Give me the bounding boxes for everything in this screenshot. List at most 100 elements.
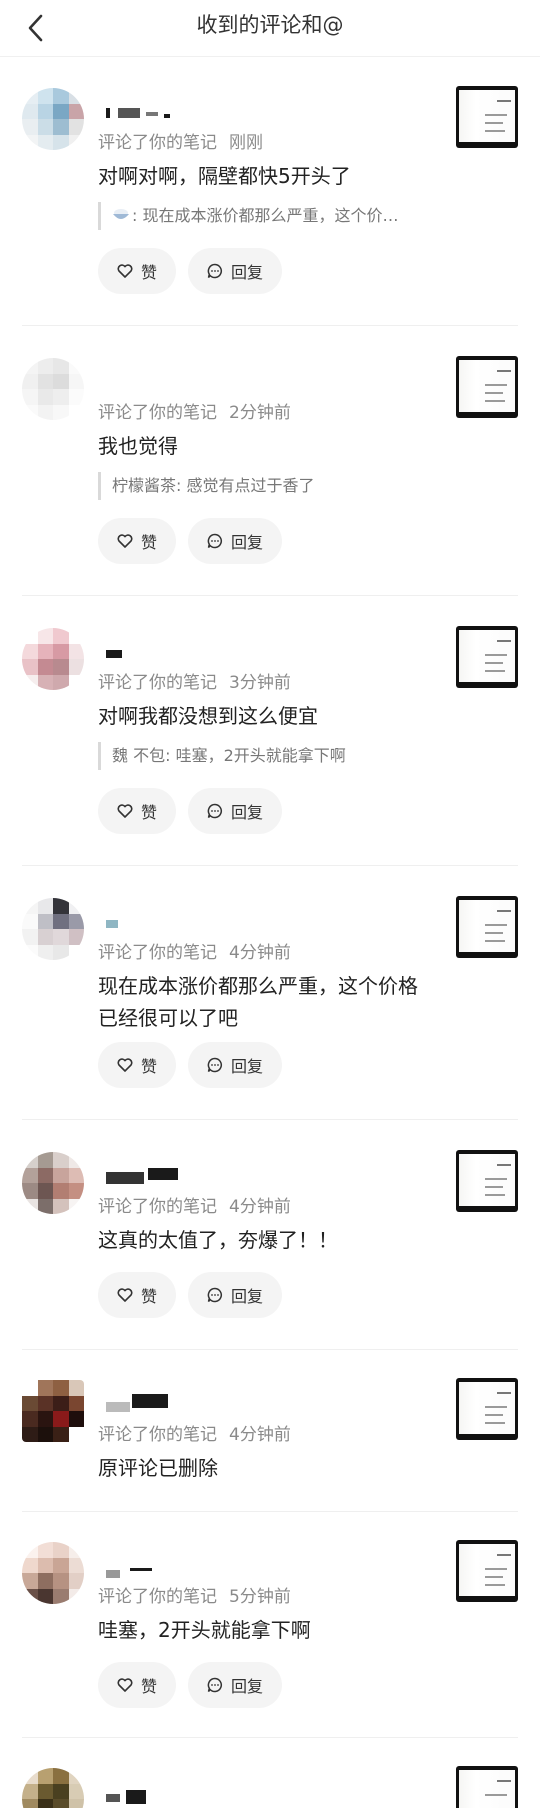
- like-button[interactable]: 赞: [98, 1272, 176, 1318]
- note-thumbnail[interactable]: [456, 1150, 518, 1212]
- like-label: 赞: [140, 803, 157, 822]
- chat-bubble-icon: [207, 533, 222, 549]
- divider: [22, 865, 518, 866]
- like-button[interactable]: 赞: [98, 1042, 176, 1088]
- note-thumbnail[interactable]: [456, 896, 518, 958]
- like-button[interactable]: 赞: [98, 248, 176, 294]
- heart-outline-icon: [117, 534, 133, 548]
- comment-item[interactable]: [0, 1760, 540, 1808]
- comment-text: 对啊我都没想到这么便宜: [98, 704, 318, 728]
- timestamp: 刚刚: [229, 133, 263, 153]
- avatar[interactable]: [22, 88, 84, 150]
- comment-item[interactable]: 评论了你的笔记 3分钟前 对啊我都没想到这么便宜 魏 不包: 哇塞，2开头就能拿下…: [0, 620, 540, 866]
- chevron-left-icon: [28, 14, 43, 42]
- reply-button[interactable]: 回复: [188, 248, 282, 294]
- comment-text: 哇塞，2开头就能拿下啊: [98, 1618, 311, 1642]
- reply-label: 回复: [230, 803, 263, 822]
- like-button[interactable]: 赞: [98, 1662, 176, 1708]
- heart-outline-icon: [117, 1288, 133, 1302]
- comment-text: 原评论已删除: [98, 1456, 218, 1480]
- avatar[interactable]: [22, 628, 84, 690]
- action-text: 评论了你的笔记: [98, 1425, 217, 1445]
- quote-text: : 现在成本涨价都那么严重，这个价…: [132, 206, 399, 225]
- reply-label: 回复: [230, 1677, 263, 1696]
- rice-bowl-icon: [113, 209, 129, 219]
- timestamp: 4分钟前: [229, 943, 291, 963]
- like-label: 赞: [140, 263, 157, 282]
- back-button[interactable]: [18, 10, 54, 46]
- timestamp: 4分钟前: [229, 1425, 291, 1445]
- timestamp: 2分钟前: [229, 403, 291, 423]
- comment-meta: 评论了你的笔记 4分钟前: [98, 938, 291, 963]
- comment-item[interactable]: 评论了你的笔记 4分钟前 这真的太值了，夯爆了！！ 赞 回复: [0, 1144, 540, 1350]
- like-label: 赞: [140, 533, 157, 552]
- note-thumbnail[interactable]: [456, 86, 518, 148]
- reply-button[interactable]: 回复: [188, 1042, 282, 1088]
- username-redacted[interactable]: [100, 1540, 220, 1578]
- divider: [22, 1119, 518, 1120]
- quote-text: 柠檬酱茶: 感觉有点过于香了: [112, 476, 315, 495]
- divider: [22, 1349, 518, 1350]
- username-redacted[interactable]: [100, 1378, 220, 1412]
- like-label: 赞: [140, 1287, 157, 1306]
- reply-button[interactable]: 回复: [188, 518, 282, 564]
- avatar[interactable]: [22, 898, 84, 960]
- quote-text: 魏 不包: 哇塞，2开头就能拿下啊: [112, 746, 346, 765]
- comment-text: 这真的太值了，夯爆了！！: [98, 1228, 338, 1252]
- avatar[interactable]: [22, 358, 84, 420]
- username-redacted[interactable]: [100, 626, 220, 658]
- top-bar: 收到的评论和@: [0, 0, 540, 57]
- comment-item[interactable]: 评论了你的笔记 刚刚 对啊对啊，隔壁都快5开头了 : 现在成本涨价都那么严重，这个…: [0, 80, 540, 326]
- divider: [22, 595, 518, 596]
- chat-bubble-icon: [207, 1287, 222, 1303]
- note-thumbnail[interactable]: [456, 626, 518, 688]
- comment-item[interactable]: 评论了你的笔记 4分钟前 原评论已删除: [0, 1372, 540, 1512]
- action-text: 评论了你的笔记: [98, 403, 217, 423]
- avatar[interactable]: [22, 1152, 84, 1214]
- reply-button[interactable]: 回复: [188, 1662, 282, 1708]
- chat-bubble-icon: [207, 263, 222, 279]
- avatar[interactable]: [22, 1542, 84, 1604]
- divider: [22, 325, 518, 326]
- note-thumbnail[interactable]: [456, 1540, 518, 1602]
- username-redacted[interactable]: [100, 86, 220, 118]
- reply-button[interactable]: 回复: [188, 788, 282, 834]
- note-thumbnail[interactable]: [456, 1766, 518, 1808]
- reply-label: 回复: [230, 263, 263, 282]
- action-text: 评论了你的笔记: [98, 943, 217, 963]
- comment-meta: 评论了你的笔记 4分钟前: [98, 1192, 291, 1217]
- username-redacted[interactable]: [100, 1766, 220, 1804]
- heart-outline-icon: [117, 264, 133, 278]
- quoted-comment: 柠檬酱茶: 感觉有点过于香了: [98, 472, 314, 500]
- like-label: 赞: [140, 1057, 157, 1076]
- comment-item[interactable]: 评论了你的笔记 4分钟前 现在成本涨价都那么严重，这个价格已经很可以了吧 赞 回复: [0, 890, 540, 1120]
- reply-label: 回复: [230, 1057, 263, 1076]
- avatar[interactable]: [22, 1768, 84, 1808]
- action-text: 评论了你的笔记: [98, 133, 217, 153]
- note-thumbnail[interactable]: [456, 1378, 518, 1440]
- reply-label: 回复: [230, 533, 263, 552]
- comment-item[interactable]: 评论了你的笔记 5分钟前 哇塞，2开头就能拿下啊 赞 回复: [0, 1534, 540, 1738]
- action-text: 评论了你的笔记: [98, 673, 217, 693]
- quoted-comment: 魏 不包: 哇塞，2开头就能拿下啊: [98, 742, 346, 770]
- page-title: 收到的评论和@: [196, 13, 344, 37]
- divider: [22, 1737, 518, 1738]
- heart-outline-icon: [117, 804, 133, 818]
- comment-text: 现在成本涨价都那么严重，这个价格已经很可以了吧: [98, 974, 418, 1030]
- comment-text: 对啊对啊，隔壁都快5开头了: [98, 164, 351, 188]
- comment-meta: 评论了你的笔记 2分钟前: [98, 398, 291, 423]
- username-redacted[interactable]: [100, 1150, 220, 1184]
- like-button[interactable]: 赞: [98, 518, 176, 564]
- reply-label: 回复: [230, 1287, 263, 1306]
- comment-item[interactable]: 评论了你的笔记 2分钟前 我也觉得 柠檬酱茶: 感觉有点过于香了 赞 回复: [0, 350, 540, 596]
- like-button[interactable]: 赞: [98, 788, 176, 834]
- comment-text: 我也觉得: [98, 434, 178, 458]
- avatar[interactable]: [22, 1380, 84, 1442]
- comment-meta: 评论了你的笔记 4分钟前: [98, 1420, 291, 1445]
- divider: [22, 1511, 518, 1512]
- username-redacted[interactable]: [100, 896, 220, 928]
- timestamp: 3分钟前: [229, 673, 291, 693]
- timestamp: 5分钟前: [229, 1587, 291, 1607]
- reply-button[interactable]: 回复: [188, 1272, 282, 1318]
- note-thumbnail[interactable]: [456, 356, 518, 418]
